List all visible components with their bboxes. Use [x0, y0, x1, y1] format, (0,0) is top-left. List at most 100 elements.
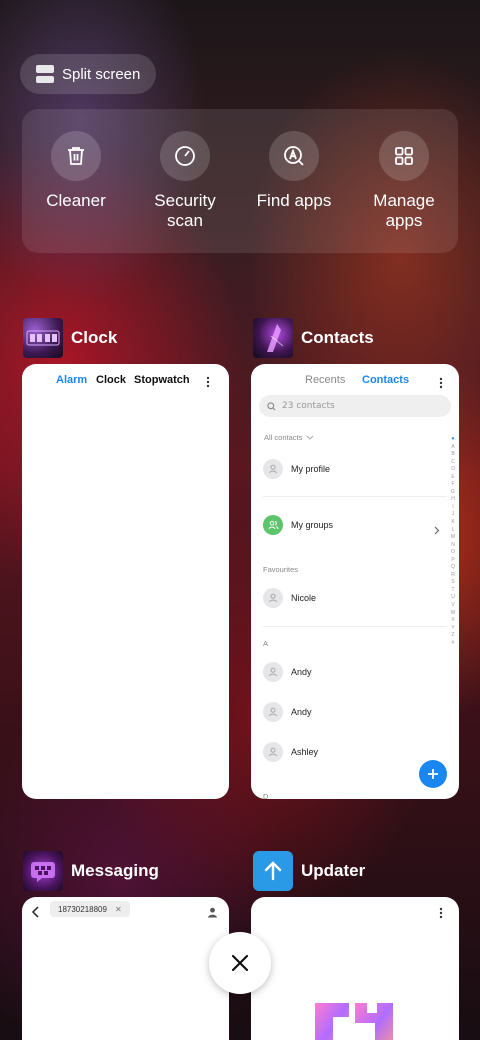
recipient-chip[interactable]: 18730218809 ✕ — [50, 901, 130, 917]
alphabet-index-letter[interactable]: M — [449, 534, 457, 542]
search-icon — [267, 401, 276, 410]
updater-app-name: Updater — [301, 861, 366, 880]
all-contacts-filter[interactable]: All contacts — [264, 433, 314, 442]
manage-apps-label: Manage apps — [373, 191, 435, 230]
quick-actions-panel: Cleaner Security scan Find apps Manage a… — [22, 109, 458, 253]
divider — [263, 496, 447, 497]
alphabet-index-letter[interactable]: N — [449, 542, 457, 550]
security-scan-label: Security scan — [154, 191, 216, 230]
contacts-app-icon — [253, 318, 293, 358]
updater-app-icon — [253, 851, 293, 891]
alphabet-index-letter[interactable]: A — [449, 444, 457, 452]
alphabet-index-letter[interactable]: I — [449, 504, 457, 512]
miui-logo-icon — [315, 1003, 395, 1040]
groups-icon — [263, 515, 283, 535]
contacts-recent-card[interactable]: Recents Contacts 23 contacts All contact… — [251, 364, 459, 799]
split-screen-label: Split screen — [62, 65, 141, 83]
messaging-app-icon — [23, 851, 63, 891]
messaging-recent-card[interactable]: 18730218809 ✕ — [22, 897, 229, 1040]
messaging-app-header: Messaging — [23, 851, 159, 891]
tab-clock[interactable]: Clock — [96, 374, 126, 386]
alphabet-index-letter[interactable]: G — [449, 489, 457, 497]
alphabet-index-letter[interactable]: X — [449, 617, 457, 625]
tab-contacts[interactable]: Contacts — [362, 374, 409, 386]
manage-apps-button[interactable]: Manage apps — [349, 131, 459, 231]
alphabet-index-letter[interactable]: Q — [449, 564, 457, 572]
updater-app-header: Updater — [253, 851, 365, 891]
split-screen-button[interactable]: Split screen — [20, 54, 156, 94]
alphabet-index-favourites[interactable]: ♥ — [449, 436, 457, 444]
alphabet-index-letter[interactable]: S — [449, 579, 457, 587]
contacts-more-options-icon[interactable] — [439, 374, 443, 393]
tab-stopwatch[interactable]: Stopwatch — [134, 374, 190, 386]
section-header-d: D — [263, 792, 269, 799]
find-apps-button[interactable]: Find apps — [239, 131, 349, 211]
contact-name: Nicole — [291, 593, 317, 603]
contact-name: Ashley — [291, 747, 319, 757]
tab-alarm[interactable]: Alarm — [56, 374, 87, 386]
alphabet-index-letter[interactable]: D — [449, 466, 457, 474]
alphabet-index-letter[interactable]: T — [449, 587, 457, 595]
clock-tabs: Alarm Clock Stopwatch — [22, 374, 229, 394]
find-apps-icon — [269, 131, 319, 181]
alphabet-index-letter[interactable]: O — [449, 549, 457, 557]
my-profile-label: My profile — [291, 464, 331, 474]
contact-name: Andy — [291, 667, 312, 677]
my-groups-label: My groups — [291, 520, 334, 530]
remove-recipient-icon[interactable]: ✕ — [115, 905, 122, 914]
section-header-a: A — [263, 639, 269, 648]
contact-row[interactable]: Ashley — [263, 742, 318, 762]
alphabet-index-letter[interactable]: R — [449, 572, 457, 580]
updater-more-options-icon[interactable] — [439, 904, 443, 923]
plus-icon — [428, 769, 438, 779]
my-profile-row[interactable]: My profile — [263, 459, 330, 479]
alphabet-index-letter[interactable]: # — [449, 640, 457, 648]
updater-recent-card[interactable] — [251, 897, 459, 1040]
all-contacts-label: All contacts — [264, 433, 303, 442]
contacts-search-placeholder: 23 contacts — [282, 401, 335, 411]
add-contact-button[interactable] — [419, 760, 447, 788]
clock-recent-card[interactable]: Alarm Clock Stopwatch — [22, 364, 229, 799]
alphabet-index-letter[interactable]: H — [449, 496, 457, 504]
cleaner-button[interactable]: Cleaner — [21, 131, 131, 211]
alphabet-index-letter[interactable]: J — [449, 511, 457, 519]
alphabet-index-letter[interactable]: U — [449, 594, 457, 602]
alphabet-index-letter[interactable]: P — [449, 557, 457, 565]
alphabet-index-letter[interactable]: L — [449, 527, 457, 535]
clock-app-name: Clock — [71, 328, 118, 347]
alphabet-index-letter[interactable]: F — [449, 481, 457, 489]
close-all-button[interactable] — [209, 932, 271, 994]
avatar — [263, 662, 283, 682]
alphabet-index-letter[interactable]: Y — [449, 625, 457, 633]
more-options-icon[interactable] — [206, 373, 210, 392]
person-icon[interactable] — [207, 903, 218, 922]
alphabet-index-letter[interactable]: B — [449, 451, 457, 459]
gauge-icon — [160, 131, 210, 181]
my-groups-row[interactable]: My groups — [263, 515, 447, 535]
tab-recents[interactable]: Recents — [305, 374, 345, 386]
alphabet-index-letter[interactable]: E — [449, 474, 457, 482]
find-apps-label: Find apps — [256, 191, 332, 210]
alphabet-index-letter[interactable]: V — [449, 602, 457, 610]
chevron-down-icon — [307, 435, 314, 440]
clock-app-header: Clock — [23, 318, 117, 358]
contact-row[interactable]: Andy — [263, 702, 312, 722]
close-icon — [231, 954, 249, 972]
back-arrow-icon[interactable] — [31, 903, 40, 922]
trash-icon — [51, 131, 101, 181]
avatar — [263, 588, 283, 608]
alphabet-index-letter[interactable]: W — [449, 610, 457, 618]
security-scan-button[interactable]: Security scan — [130, 131, 240, 231]
contact-name: Andy — [291, 707, 312, 717]
divider — [263, 626, 447, 627]
alphabet-index-letter[interactable]: K — [449, 519, 457, 527]
alphabet-index-letter[interactable]: C — [449, 459, 457, 467]
avatar — [263, 742, 283, 762]
alphabet-index[interactable]: ♥ A B C D E F G H I J K L M N O P Q R S T U V W X Y Z # — [449, 436, 457, 647]
contacts-search-input[interactable]: 23 contacts — [259, 395, 451, 417]
alphabet-index-letter[interactable]: Z — [449, 632, 457, 640]
contact-row[interactable]: Andy — [263, 662, 312, 682]
chevron-right-icon — [434, 520, 440, 539]
avatar — [263, 459, 283, 479]
contact-row[interactable]: Nicole — [263, 588, 316, 608]
